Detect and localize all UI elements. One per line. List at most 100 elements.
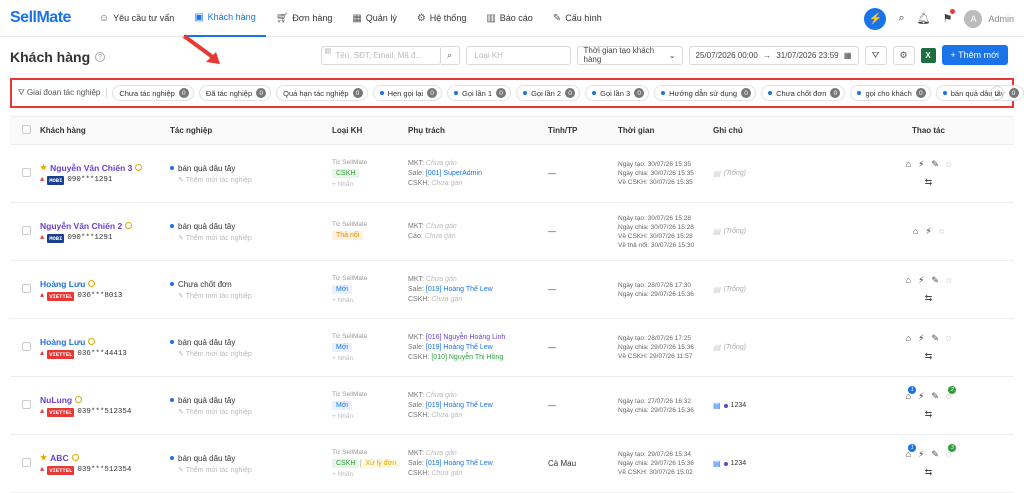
cart-icon[interactable]: ⌂ 1 [906, 444, 917, 460]
customer-tag[interactable]: Mới [332, 343, 352, 352]
add-task-link[interactable]: ✎ Thêm mới tác nghiệp [178, 408, 332, 416]
excel-export-button[interactable]: X [920, 47, 936, 63]
info-icon[interactable]: ? [95, 52, 106, 62]
search-input[interactable]: ▤ Tên, SĐT, Email, Mã đ... [320, 45, 441, 65]
task-status[interactable]: bán quả dâu tây [170, 338, 332, 347]
nav-item-3[interactable]: ▦ Quản lý [342, 0, 406, 37]
nav-item-4[interactable]: ⚙ Hệ thống [407, 0, 477, 37]
flash-icon[interactable]: ⚡︎ [918, 159, 924, 170]
add-task-link[interactable]: ✎ Thêm mới tác nghiệp [178, 292, 332, 300]
swap-icon[interactable]: ⇆ [925, 467, 933, 478]
customer-name[interactable]: Hoàng Lưu [40, 279, 170, 289]
add-label-link[interactable]: + Nhãn [332, 413, 408, 420]
comment-icon[interactable]: ◌ [946, 159, 951, 170]
customer-name[interactable]: Nguyễn Văn Chiến 2 [40, 221, 170, 231]
stage-chip[interactable]: Đã tác nghiệp 0 [198, 85, 272, 101]
customer-name[interactable]: Hoàng Lưu [40, 337, 170, 347]
stage-chip[interactable]: Chưa tác nghiệp 0 [112, 85, 194, 101]
comment-icon[interactable]: ◌ [946, 275, 951, 286]
time-type-select[interactable]: Thời gian tạo khách hàng ⌄ [576, 45, 683, 65]
table-row[interactable]: NuLung ▲ VIETTEL 039***512354 bán quả dâu … [10, 376, 1014, 435]
customer-name[interactable]: NuLung [40, 395, 170, 405]
edit-icon[interactable]: ✎ [931, 333, 939, 344]
note[interactable]: ▤ (Trống) [713, 169, 843, 178]
chevron-down-icon[interactable]: ⌄ [990, 86, 1004, 100]
filter-button[interactable]: ⛛ [864, 45, 887, 65]
customer-tag[interactable]: Xử lý đơn [360, 459, 401, 468]
cart-icon[interactable]: ⌂ [906, 159, 911, 170]
search-button[interactable]: ⌕ [440, 45, 460, 65]
add-task-link[interactable]: ✎ Thêm mới tác nghiệp [178, 176, 332, 184]
nav-item-1[interactable]: ▣ Khách hàng [184, 0, 266, 37]
edit-icon[interactable]: ✎ [931, 391, 939, 402]
note[interactable]: ▤ (Trống) [713, 227, 843, 236]
task-status[interactable]: bán quả dâu tây [170, 164, 332, 173]
nav-item-6[interactable]: ✎ Cấu hình [543, 0, 612, 37]
stage-chip[interactable]: bán quả dâu tây 0 [935, 85, 1024, 101]
table-row[interactable]: ★ Nguyễn Văn Chiến 3 ▲ MOBI 090***1291 bán … [10, 144, 1014, 203]
cart-icon[interactable]: ⌂ 1 [906, 386, 917, 402]
row-checkbox[interactable] [22, 458, 31, 467]
add-label-link[interactable]: + Nhãn [332, 355, 408, 362]
add-label-link[interactable]: + Nhãn [332, 297, 408, 304]
flash-icon[interactable]: ⚡︎ [918, 333, 924, 344]
task-status[interactable]: bán quả dâu tây [170, 454, 332, 463]
customer-tag[interactable]: Mới [332, 401, 352, 410]
customer-name[interactable]: ★ ABC [40, 453, 170, 463]
nav-item-2[interactable]: 🛒︎ Đơn hàng [266, 0, 343, 37]
stage-chip[interactable]: Hướng dẫn sử dụng 0 [654, 85, 757, 101]
bell-icon[interactable]: 🔔︎ [917, 12, 931, 25]
table-row[interactable]: Nguyễn Văn Chiến 2 ▲ MOBI 090***1291 bán q… [10, 202, 1014, 261]
customer-tag[interactable]: Mới [332, 285, 352, 294]
comment-icon[interactable]: ◌ [939, 226, 944, 237]
flash-icon[interactable]: ⚡︎ [918, 275, 924, 286]
task-status[interactable]: Chưa chốt đơn [170, 280, 332, 289]
row-checkbox[interactable] [22, 226, 31, 235]
add-label-link[interactable]: + Nhãn [332, 181, 408, 188]
row-checkbox[interactable] [22, 400, 31, 409]
comment-icon[interactable]: ◌ 2 [946, 386, 957, 402]
customer-tag[interactable]: CSKH [332, 169, 360, 178]
stage-chip[interactable]: Chưa chốt đơn 0 [761, 85, 846, 101]
add-label-link[interactable]: + Nhãn [332, 471, 408, 478]
customer-tag[interactable]: CSKH [332, 459, 360, 468]
note[interactable]: ▤ (Trống) [713, 343, 843, 352]
flag-icon[interactable]: ⚑ [943, 9, 956, 25]
add-task-link[interactable]: ✎ Thêm mới tác nghiệp [178, 234, 332, 242]
customer-tag[interactable]: Thả nổi [332, 230, 364, 240]
select-all-checkbox[interactable] [22, 125, 31, 134]
stage-chip[interactable]: Hẹn gọi lại 0 [372, 85, 443, 101]
settings-button[interactable]: ⚙ [892, 45, 915, 65]
comment-icon[interactable]: ◌ 3 [946, 444, 957, 460]
note[interactable]: ▤ (Trống) [713, 285, 843, 294]
cart-icon[interactable]: ⌂ [906, 333, 911, 344]
search-icon[interactable]: ⌕ [898, 12, 904, 25]
stage-title[interactable]: ⛛ Giai đoạn tác nghiệp [18, 88, 108, 98]
stage-chip[interactable]: Gọi lần 30 [585, 85, 650, 101]
swap-icon[interactable]: ⇆ [925, 293, 933, 304]
cart-icon[interactable]: ⌂ [913, 226, 918, 237]
swap-icon[interactable]: ⇆ [925, 409, 933, 420]
swap-icon[interactable]: ⇆ [925, 351, 933, 362]
flash-icon[interactable]: ⚡ [864, 7, 887, 30]
add-task-link[interactable]: ✎ Thêm mới tác nghiệp [178, 350, 332, 358]
nav-item-0[interactable]: ☺ Yêu cầu tư vấn [89, 0, 184, 37]
task-status[interactable]: bán quả dâu tây [170, 222, 332, 231]
edit-icon[interactable]: ✎ [931, 449, 939, 460]
add-customer-button[interactable]: + Thêm mới [941, 45, 1008, 65]
note[interactable]: ▤ 1234 [713, 459, 843, 468]
customer-type-select[interactable]: Loại KH [465, 45, 571, 65]
nav-item-5[interactable]: ▥ Báo cáo [476, 0, 542, 37]
comment-icon[interactable]: ◌ [946, 333, 951, 344]
edit-icon[interactable]: ✎ [931, 159, 939, 170]
user-name[interactable]: Admin [988, 14, 1014, 24]
note[interactable]: ▤ 1234 [713, 401, 843, 410]
cart-icon[interactable]: ⌂ [906, 275, 911, 286]
stage-chip[interactable]: gọi cho khách 0 [850, 85, 931, 101]
row-checkbox[interactable] [22, 168, 31, 177]
table-row[interactable]: Hoàng Lưu ▲ VIETTEL 036***8013 Chưa chốt đ… [10, 260, 1014, 319]
flash-icon[interactable]: ⚡︎ [918, 391, 924, 402]
flash-icon[interactable]: ⚡︎ [918, 449, 924, 460]
table-row[interactable]: ★ ABC ▲ VIETTEL 039***512354 bán quả dâu tâ… [10, 434, 1014, 493]
stage-chip[interactable]: Gọi lần 10 [447, 85, 512, 101]
